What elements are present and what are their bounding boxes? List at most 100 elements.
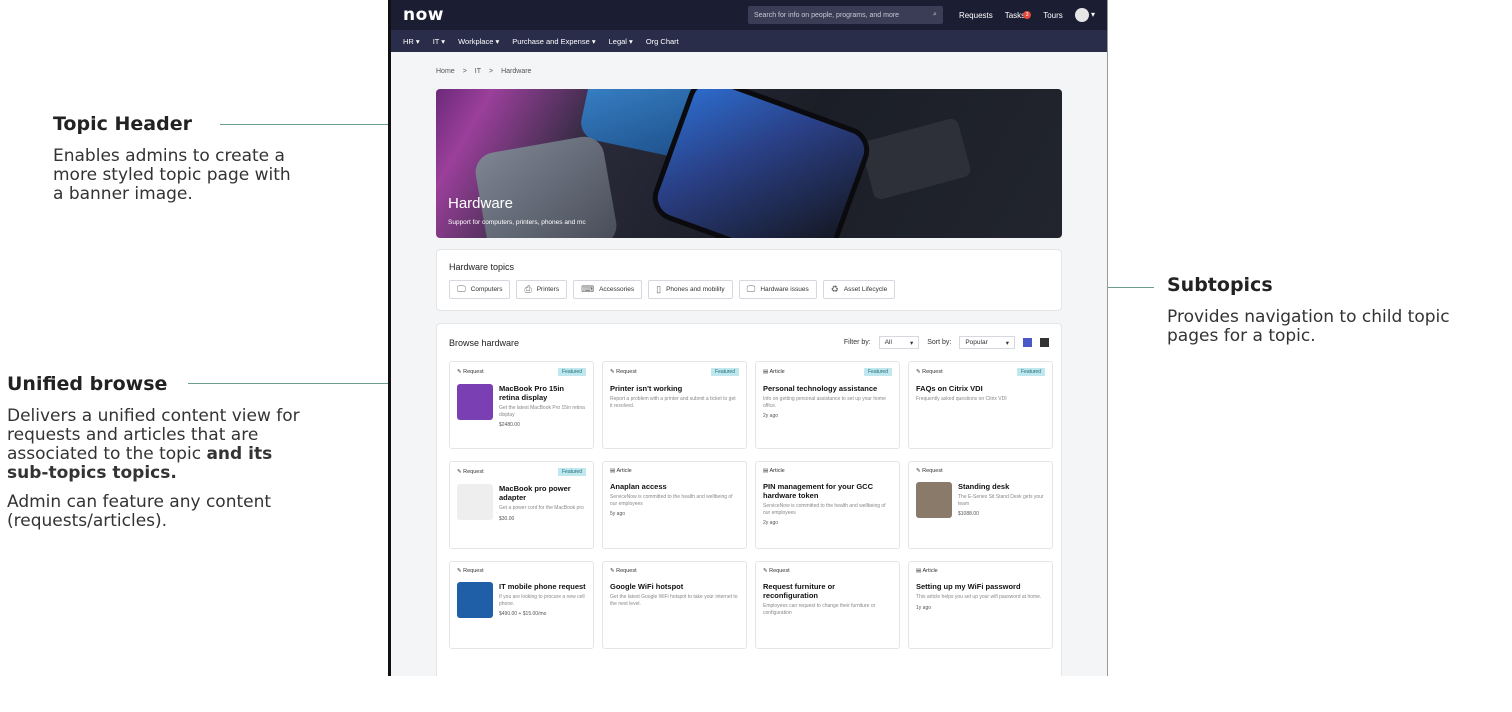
subtopic-chip-label: Asset Lifecycle xyxy=(843,286,888,293)
tile-header: ✎ Request xyxy=(916,468,1045,474)
filter-select[interactable]: All ▾ xyxy=(878,336,920,349)
content-tile[interactable]: ✎ Request Featured Printer isn't working Re… xyxy=(602,361,747,449)
subtopic-chip[interactable]: ⌨ Accessories xyxy=(573,280,643,299)
tile-type-label: Request xyxy=(463,469,484,475)
tile-description: Get the latest MacBook Pro 15in retina d… xyxy=(499,405,585,418)
tile-title: Google WiFi hotspot xyxy=(610,582,684,591)
tile-header: ▤ Article xyxy=(916,568,1045,574)
content-tile[interactable]: ✎ Request Featured FAQs on Citrix VDI Frequ… xyxy=(908,361,1053,449)
phone-icon: ▯ xyxy=(656,284,662,294)
content-tile[interactable]: ▤ Article Setting up my WiFi password This… xyxy=(908,561,1053,649)
tile-text: PIN management for your GCC hardware tok… xyxy=(763,482,892,526)
nav-item-it[interactable]: IT ▾ xyxy=(433,37,445,46)
content-tile[interactable]: ✎ Request Featured MacBook Pro 15in retina… xyxy=(449,361,594,449)
callout-text: pages for a topic. xyxy=(1167,326,1316,346)
tile-type-label: Request xyxy=(463,369,484,375)
callout-text: Delivers a unified content view for xyxy=(7,406,300,426)
subtopic-chip[interactable]: ▯ Phones and mobility xyxy=(648,280,733,299)
nav-item-legal[interactable]: Legal ▾ xyxy=(609,37,633,46)
content-tile[interactable]: ✎ Request Request furniture or reconfigur… xyxy=(755,561,900,649)
request-icon: ✎ xyxy=(610,369,615,375)
subtopic-chip[interactable]: 🖵 Computers xyxy=(449,280,511,299)
banner-subtitle: Support for computers, printers, phones … xyxy=(448,219,586,226)
nav-item-hr[interactable]: HR ▾ xyxy=(403,37,420,46)
subtopics-title: Hardware topics xyxy=(449,262,515,272)
tasks-link[interactable]: Tasks3 xyxy=(1005,10,1032,20)
content-tile[interactable]: ✎ Request IT mobile phone request If you a… xyxy=(449,561,594,649)
sort-select[interactable]: Popular ▾ xyxy=(959,336,1015,349)
callout-text: sub-topics topics. xyxy=(7,464,367,483)
content-tile[interactable]: ▤ Article Featured Personal technology ass… xyxy=(755,361,900,449)
tile-text: Printer isn't working Report a problem wi… xyxy=(610,384,739,409)
breadcrumb-it[interactable]: IT xyxy=(475,68,481,75)
article-icon: ▤ xyxy=(610,468,616,474)
tile-type-label: Article xyxy=(922,568,938,574)
avatar xyxy=(1074,8,1089,22)
tile-text: Personal technology assistance Info on ge… xyxy=(763,384,892,419)
tile-type: ▤ Article xyxy=(916,568,938,574)
tile-title: Setting up my WiFi password xyxy=(916,582,1021,591)
tile-body: FAQs on Citrix VDI Frequently asked quest… xyxy=(916,384,1045,403)
tile-header: ✎ Request Featured xyxy=(457,368,586,376)
sort-label: Sort by: xyxy=(927,339,952,346)
request-icon: ✎ xyxy=(457,469,462,475)
content-tile[interactable]: ▤ Article Anaplan access ServiceNow is com… xyxy=(602,461,747,549)
requests-link[interactable]: Requests xyxy=(959,11,993,20)
top-links: Requests Tasks3 Tours ▾ xyxy=(959,8,1095,22)
subtopic-chip[interactable]: 🖵 Hardware issues xyxy=(738,280,817,299)
tile-type-label: Request xyxy=(616,369,637,375)
featured-badge: Featured xyxy=(1016,368,1045,376)
subtopic-chip[interactable]: ⎙ Printers xyxy=(516,280,568,299)
tile-thumbnail xyxy=(457,582,493,618)
sort-value: Popular xyxy=(965,339,988,346)
featured-badge: Featured xyxy=(710,368,739,376)
grid-view-icon[interactable] xyxy=(1023,338,1032,347)
article-icon: ▤ xyxy=(763,369,769,375)
callout-text: Enables admins to create a xyxy=(53,146,285,166)
callout-text: a banner image. xyxy=(53,184,193,204)
subtopic-chip-label: Phones and mobility xyxy=(666,286,725,293)
nav-item-workplace[interactable]: Workplace ▾ xyxy=(458,37,499,46)
tile-title: Standing desk xyxy=(958,482,1010,491)
content-tile[interactable]: ✎ Request Standing desk The E-Series Sit S… xyxy=(908,461,1053,549)
tile-header: ✎ Request Featured xyxy=(610,368,739,376)
article-icon: ▤ xyxy=(763,468,769,474)
content-tile[interactable]: ▤ Article PIN management for your GCC har… xyxy=(755,461,900,549)
banner-image-device xyxy=(859,117,973,201)
tile-text: Standing desk The E-Series Sit Stand Desk… xyxy=(958,482,1045,518)
list-view-icon[interactable] xyxy=(1040,338,1049,347)
request-icon: ✎ xyxy=(916,468,921,474)
chevron-down-icon: ▾ xyxy=(1005,339,1009,347)
subtopic-chip[interactable]: ♻ Asset Lifecycle xyxy=(822,280,896,299)
top-bar: now Search for info on people, programs,… xyxy=(391,0,1107,30)
content-tile[interactable]: ✎ Request Google WiFi hotspot Get the late… xyxy=(602,561,747,649)
callout-text: Admin can feature any content xyxy=(7,492,272,512)
tours-link[interactable]: Tours xyxy=(1043,11,1063,20)
tile-thumbnail xyxy=(457,484,493,520)
callout-text: (requests/articles). xyxy=(7,511,168,531)
browse-filters: Filter by: All ▾ Sort by: Popular ▾ xyxy=(844,336,1049,349)
tile-description: Get the latest Google WiFi hotspot to ta… xyxy=(610,594,738,607)
tile-type: ✎ Request xyxy=(916,369,943,375)
tile-type: ✎ Request xyxy=(457,469,484,475)
now-logo[interactable]: now xyxy=(403,5,444,25)
tile-type: ▤ Article xyxy=(763,369,785,375)
tile-header: ✎ Request xyxy=(763,568,892,574)
content-tile[interactable]: ✎ Request Featured MacBook pro power adapt… xyxy=(449,461,594,549)
tile-description: Frequently asked questions on Citrix VDI xyxy=(916,396,1007,402)
banner-title: Hardware xyxy=(448,195,514,212)
request-icon: ✎ xyxy=(916,369,921,375)
user-menu[interactable]: ▾ xyxy=(1074,8,1095,22)
chevron-down-icon: ▾ xyxy=(909,339,914,347)
breadcrumb-separator: > xyxy=(489,68,494,75)
tile-body: IT mobile phone request If you are lookin… xyxy=(457,582,586,618)
breadcrumb-home[interactable]: Home xyxy=(436,68,455,75)
search-input[interactable]: Search for info on people, programs, and… xyxy=(747,6,943,24)
nav-item-purchase[interactable]: Purchase and Expense ▾ xyxy=(512,37,595,46)
tile-header: ▤ Article xyxy=(763,468,892,474)
tile-body: MacBook Pro 15in retina display Get the l… xyxy=(457,384,586,428)
hardware-issue-icon: 🖵 xyxy=(746,284,756,294)
tile-type-label: Request xyxy=(463,568,484,574)
tile-type: ▤ Article xyxy=(610,468,632,474)
nav-item-org-chart[interactable]: Org Chart xyxy=(646,37,679,46)
